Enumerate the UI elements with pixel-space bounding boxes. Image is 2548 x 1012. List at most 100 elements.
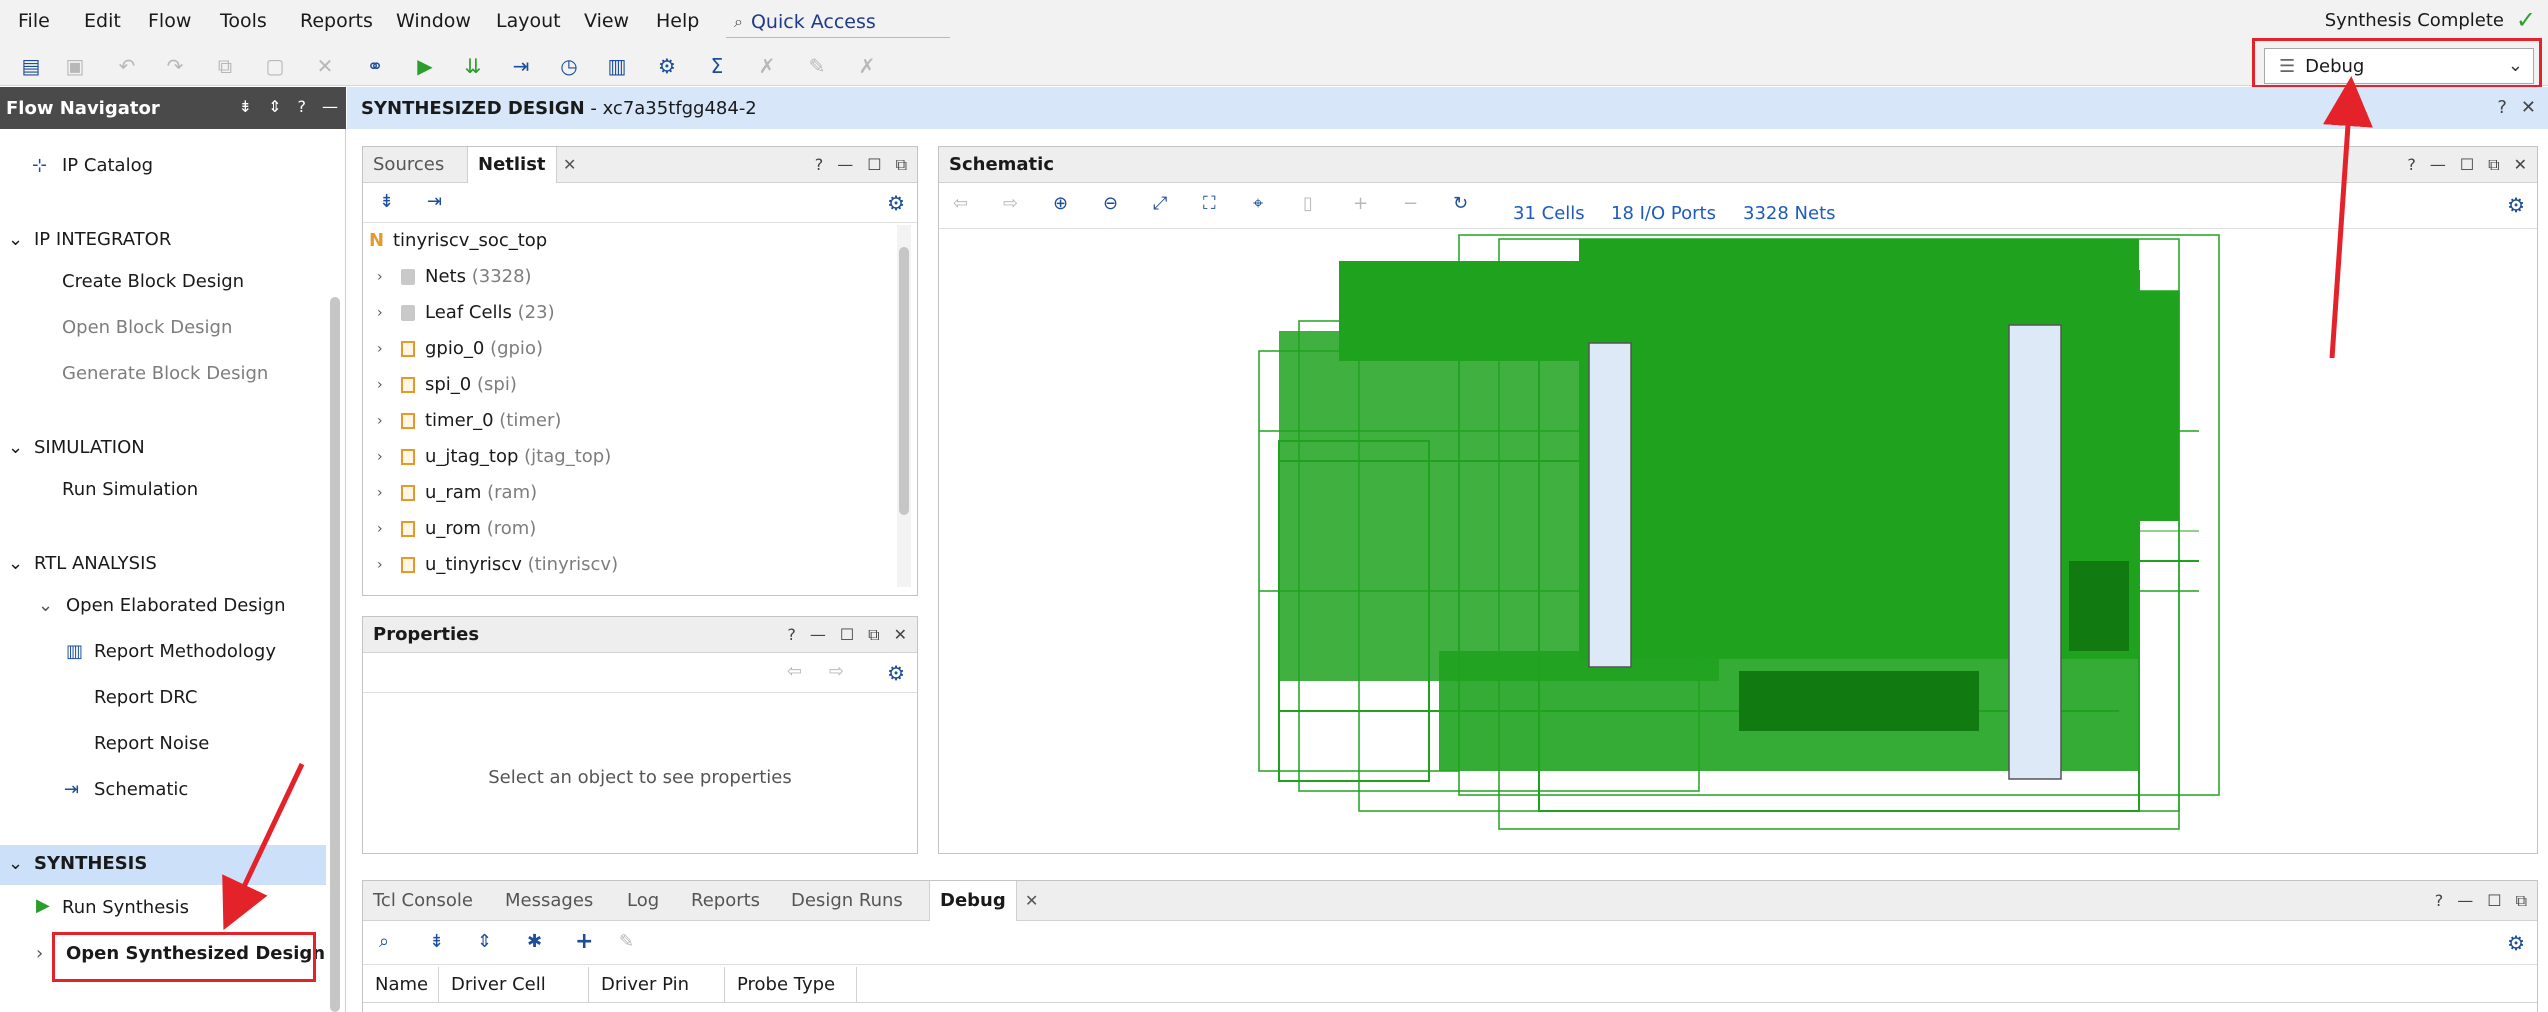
nav-report-methodology[interactable]: Report Methodology [94,641,276,662]
nav-create-block-design[interactable]: Create Block Design [62,271,244,292]
maximize-icon[interactable]: ☐ [2460,155,2474,175]
timing-icon[interactable]: ◷ [556,53,582,79]
menu-layout[interactable]: Layout [496,10,561,32]
paste-icon[interactable]: ▢ [262,53,288,79]
zoom-selection-icon[interactable]: ⛶ [1203,193,1216,214]
menu-window[interactable]: Window [396,10,471,32]
nav-report-drc[interactable]: Report DRC [94,687,197,708]
zoom-fit-icon[interactable]: ⤢ [1153,193,1167,214]
menu-file[interactable]: File [18,10,50,32]
chevron-right-icon[interactable]: › [377,475,383,511]
tab-debug[interactable]: Debug [929,881,1017,921]
refresh-icon[interactable]: ↻ [1453,193,1468,214]
gear-icon[interactable]: ⚙ [2507,931,2525,955]
help-icon[interactable]: ? [2435,891,2444,911]
nav-section-simulation[interactable]: SIMULATION [34,437,145,458]
float-icon[interactable]: ⧉ [2488,155,2499,175]
float-icon[interactable]: ⧉ [2516,891,2527,911]
chevron-down-icon[interactable]: ⌄ [8,553,23,574]
expand-all-icon[interactable]: ⇕ [477,931,492,952]
help-icon[interactable]: ? [2407,155,2416,175]
menu-help[interactable]: Help [656,10,699,32]
close-icon[interactable]: ✕ [563,147,576,183]
column-name[interactable]: Name [363,967,439,1003]
collapse-icon[interactable]: − [1403,193,1418,214]
run-icon[interactable]: ▶ [412,53,438,79]
crosshair-icon[interactable]: ⌖ [1253,193,1263,214]
close-icon[interactable]: ✕ [1025,881,1038,921]
export-icon[interactable]: ⇥ [508,53,534,79]
schematic-ports-link[interactable]: 18 I/O Ports [1611,203,1716,224]
menu-reports[interactable]: Reports [300,10,373,32]
collapse-all-icon[interactable]: ⇟ [379,191,394,212]
help-icon[interactable]: ? [815,155,824,175]
nav-open-elaborated-design[interactable]: Open Elaborated Design [66,595,286,616]
delete-icon[interactable]: ✕ [312,53,338,79]
close-icon[interactable]: ✕ [2521,97,2536,118]
zoom-out-icon[interactable]: ⊖ [1103,193,1118,214]
help-icon[interactable]: ? [2497,97,2507,118]
chevron-down-icon[interactable]: ⌄ [8,229,23,250]
collapse-all-icon[interactable]: ⇟ [239,97,252,116]
help-icon[interactable]: ? [298,97,307,116]
minimize-icon[interactable]: — [837,155,853,175]
nav-ip-catalog[interactable]: IP Catalog [62,155,153,176]
nav-generate-block-design[interactable]: Generate Block Design [62,363,268,384]
save-icon[interactable]: ▣ [62,53,88,79]
nav-report-noise[interactable]: Report Noise [94,733,209,754]
chevron-down-icon[interactable]: ⌄ [8,437,23,458]
tab-log[interactable]: Log [617,881,669,921]
netlist-scrollbar-track[interactable] [897,225,911,587]
chevron-right-icon[interactable]: › [377,367,383,403]
edit-icon[interactable]: ✎ [619,931,634,952]
column-driver-pin[interactable]: Driver Pin [589,967,725,1003]
add-icon[interactable]: + [575,929,593,954]
tab-reports[interactable]: Reports [681,881,770,921]
expand-icon[interactable]: + [1353,193,1368,214]
help-icon[interactable]: ? [787,625,796,645]
nav-run-simulation[interactable]: Run Simulation [62,479,198,500]
menu-tools[interactable]: Tools [220,10,267,32]
maximize-icon[interactable]: ☐ [867,155,881,175]
float-icon[interactable]: ⧉ [896,155,907,175]
nav-section-synthesis[interactable]: SYNTHESIS [34,853,147,874]
menu-view[interactable]: View [584,10,629,32]
debug-bug-icon[interactable]: ✱ [527,931,542,952]
minimize-icon[interactable]: — [2430,155,2446,175]
redo-icon[interactable]: ↷ [162,53,188,79]
tab-design-runs[interactable]: Design Runs [781,881,913,921]
netlist-scrollbar-thumb[interactable] [899,247,909,515]
expand-icon[interactable]: ⇕ [268,97,281,116]
minimize-icon[interactable]: — [810,625,826,645]
forward-arrow-icon[interactable]: ⇨ [1003,193,1018,214]
float-icon[interactable]: ⧉ [868,625,879,645]
open-project-icon[interactable]: ▤ [18,53,44,79]
binoculars-icon[interactable]: ⚭ [362,53,388,79]
chevron-right-icon[interactable]: › [377,259,383,295]
back-arrow-icon[interactable]: ⇦ [787,661,802,682]
nav-section-rtl-analysis[interactable]: RTL ANALYSIS [34,553,157,574]
gear-icon[interactable]: ⚙ [887,661,905,685]
close-icon[interactable]: ✕ [2514,155,2527,175]
back-arrow-icon[interactable]: ⇦ [953,193,968,214]
chevron-down-icon[interactable]: ⌄ [8,853,23,874]
chevron-right-icon[interactable]: › [377,295,383,331]
menu-edit[interactable]: Edit [84,10,121,32]
tool-disabled-3-icon[interactable]: ✗ [854,53,880,79]
schematic-cell-right[interactable] [2008,324,2062,780]
chevron-right-icon[interactable]: › [377,547,383,583]
column-probe-type[interactable]: Probe Type [725,967,857,1003]
flow-navigator-scrollbar[interactable] [330,297,340,1012]
chevron-right-icon[interactable]: › [377,403,383,439]
column-driver-cell[interactable]: Driver Cell [439,967,589,1003]
tool-disabled-2-icon[interactable]: ✎ [804,53,830,79]
chevron-right-icon[interactable]: › [377,511,383,547]
nav-run-synthesis[interactable]: Run Synthesis [62,897,189,918]
gear-icon[interactable]: ⚙ [2507,193,2525,217]
nav-section-ip-integrator[interactable]: IP INTEGRATOR [34,229,171,250]
maximize-icon[interactable]: ☐ [840,625,854,645]
minimize-icon[interactable]: — [322,97,338,116]
settings-icon[interactable]: ⚙ [654,53,680,79]
tab-tcl-console[interactable]: Tcl Console [363,881,483,921]
minimize-icon[interactable]: — [2457,891,2473,911]
